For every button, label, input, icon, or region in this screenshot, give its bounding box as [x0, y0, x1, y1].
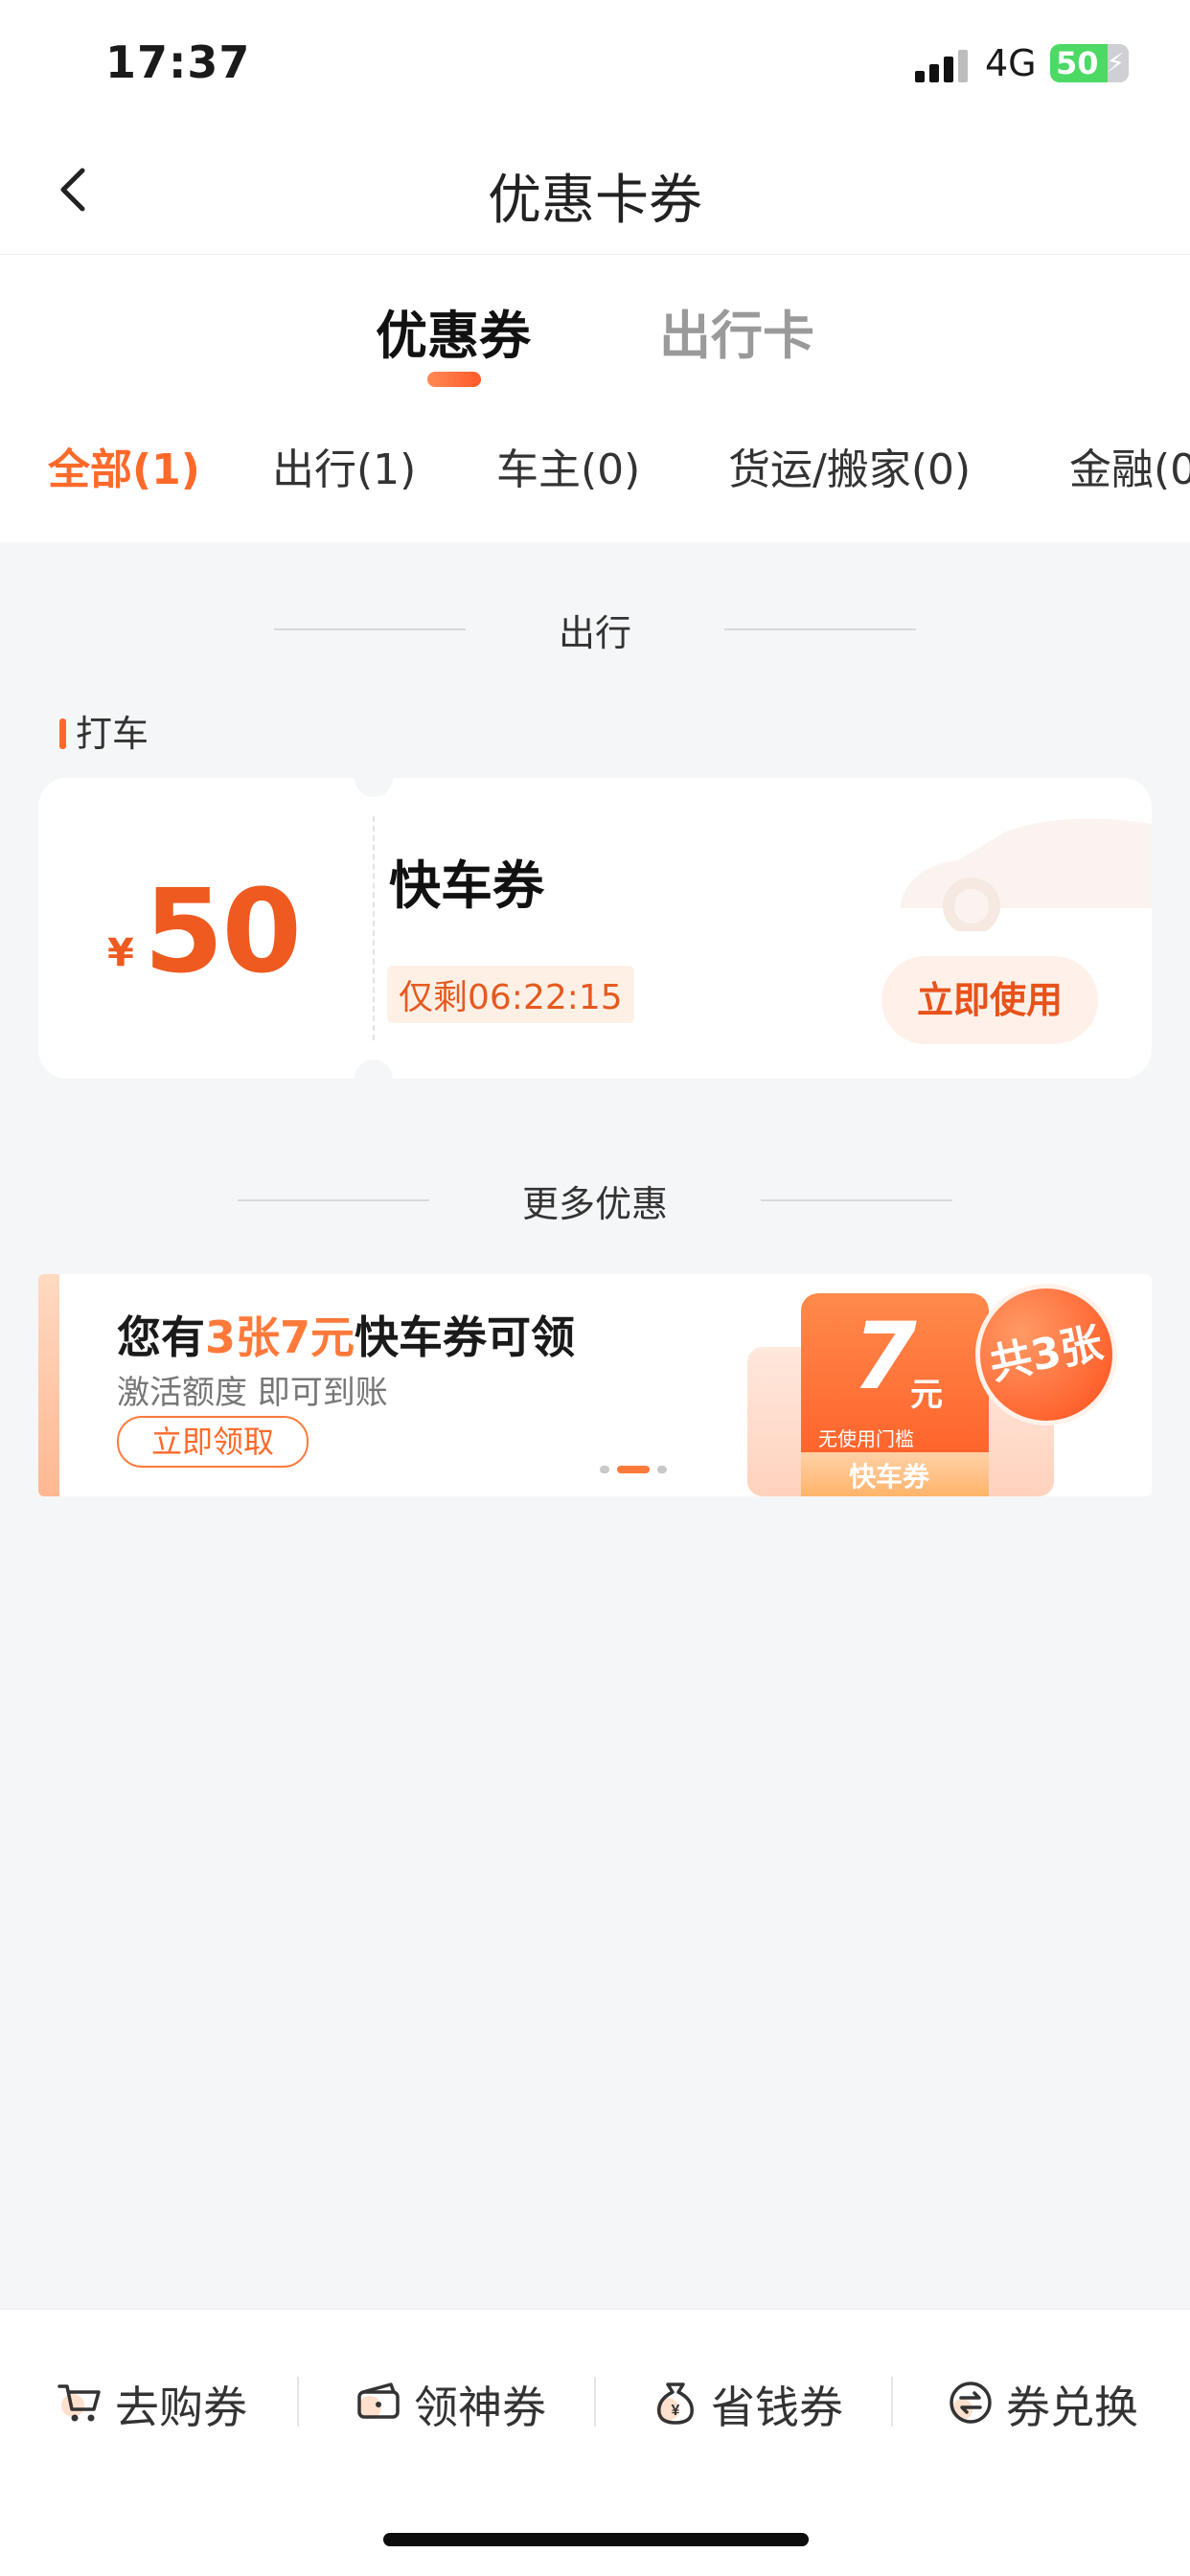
category-tab-all[interactable]: 全部(1): [48, 435, 200, 496]
group-label: 打车: [59, 704, 149, 757]
carousel-dots: [600, 1466, 676, 1475]
bottom-bar-label: 去购券: [115, 2382, 247, 2433]
battery-icon: 50 ⚡: [1050, 44, 1129, 82]
promo-banner[interactable]: 您有3张7元快车券可领 激活额度 即可到账 立即领取 7 元 无使用门槛 快车券…: [38, 1274, 1152, 1496]
get-super-coupons-button[interactable]: 领神券: [355, 2367, 565, 2444]
tab-travel-cards[interactable]: 出行卡: [659, 293, 814, 369]
use-now-button[interactable]: 立即使用: [881, 956, 1098, 1044]
voucher-condition: 无使用门槛: [818, 1427, 914, 1450]
category-tab-finance[interactable]: 金融(0: [1069, 435, 1190, 496]
save-money-coupons-button[interactable]: ¥ 省钱券: [652, 2367, 862, 2444]
voucher-illustration: 7 元 无使用门槛 快车券: [747, 1293, 1054, 1496]
coupon-card[interactable]: ¥ 50 快车券 仅剩06:22:15 立即使用: [38, 778, 1152, 1079]
money-bag-icon: ¥: [656, 2382, 694, 2425]
category-tab-car-owner[interactable]: 车主(0): [496, 435, 640, 496]
status-time: 17:37: [105, 36, 251, 88]
bottom-bar-label: 券兑换: [1006, 2382, 1138, 2433]
claim-now-button[interactable]: 立即领取: [117, 1416, 309, 1468]
category-tab-travel[interactable]: 出行(1): [272, 435, 416, 496]
svg-text:¥: ¥: [672, 2403, 680, 2419]
cart-icon: [57, 2384, 101, 2422]
voucher-unit: 元: [910, 1376, 943, 1414]
battery-level: 50: [1056, 45, 1099, 81]
banner-title: 您有3张7元快车券可领: [117, 1311, 576, 1363]
banner-subtitle: 激活额度 即可到账: [117, 1374, 388, 1412]
ticket-icon: [357, 2382, 400, 2419]
status-bar: 17:37 4G 50 ⚡: [0, 0, 1190, 125]
charging-icon: ⚡: [1106, 47, 1125, 79]
currency-symbol: ¥: [107, 931, 134, 975]
buy-coupons-button[interactable]: 去购券: [56, 2367, 266, 2444]
section-title: 出行: [558, 612, 631, 654]
category-tab-freight[interactable]: 货运/搬家(0): [728, 435, 971, 496]
nav-bar: 优惠卡券: [0, 125, 1190, 255]
home-indicator[interactable]: [383, 2533, 809, 2546]
countdown-badge: 仅剩06:22:15: [387, 966, 634, 1023]
category-tabs: 全部(1) 出行(1) 车主(0) 货运/搬家(0) 金融(0: [0, 435, 1190, 502]
bottom-bar-label: 领神券: [414, 2382, 546, 2433]
signal-icon: [915, 50, 968, 82]
section-divider-travel: 出行: [0, 600, 1190, 657]
coupon-amount: 50: [144, 866, 302, 999]
voucher-value: 7: [853, 1303, 917, 1410]
car-icon: [901, 818, 1152, 931]
redeem-coupons-button[interactable]: 券兑换: [947, 2367, 1157, 2444]
group-label-text: 打车: [76, 713, 149, 755]
tab-indicator: [427, 372, 481, 387]
section-divider-more: 更多优惠: [0, 1171, 1190, 1228]
tabs-area: 优惠券 出行卡 全部(1) 出行(1) 车主(0) 货运/搬家(0) 金融(0: [0, 255, 1190, 542]
exchange-icon: [950, 2382, 992, 2424]
section-title-more: 更多优惠: [521, 1183, 668, 1225]
voucher-name: 快车券: [849, 1461, 930, 1493]
coupon-name: 快车券: [389, 855, 544, 916]
tab-coupons[interactable]: 优惠券: [376, 293, 531, 369]
page-title: 优惠卡券: [488, 170, 702, 232]
network-type: 4G: [985, 42, 1037, 84]
bottom-bar-label: 省钱券: [711, 2382, 843, 2433]
